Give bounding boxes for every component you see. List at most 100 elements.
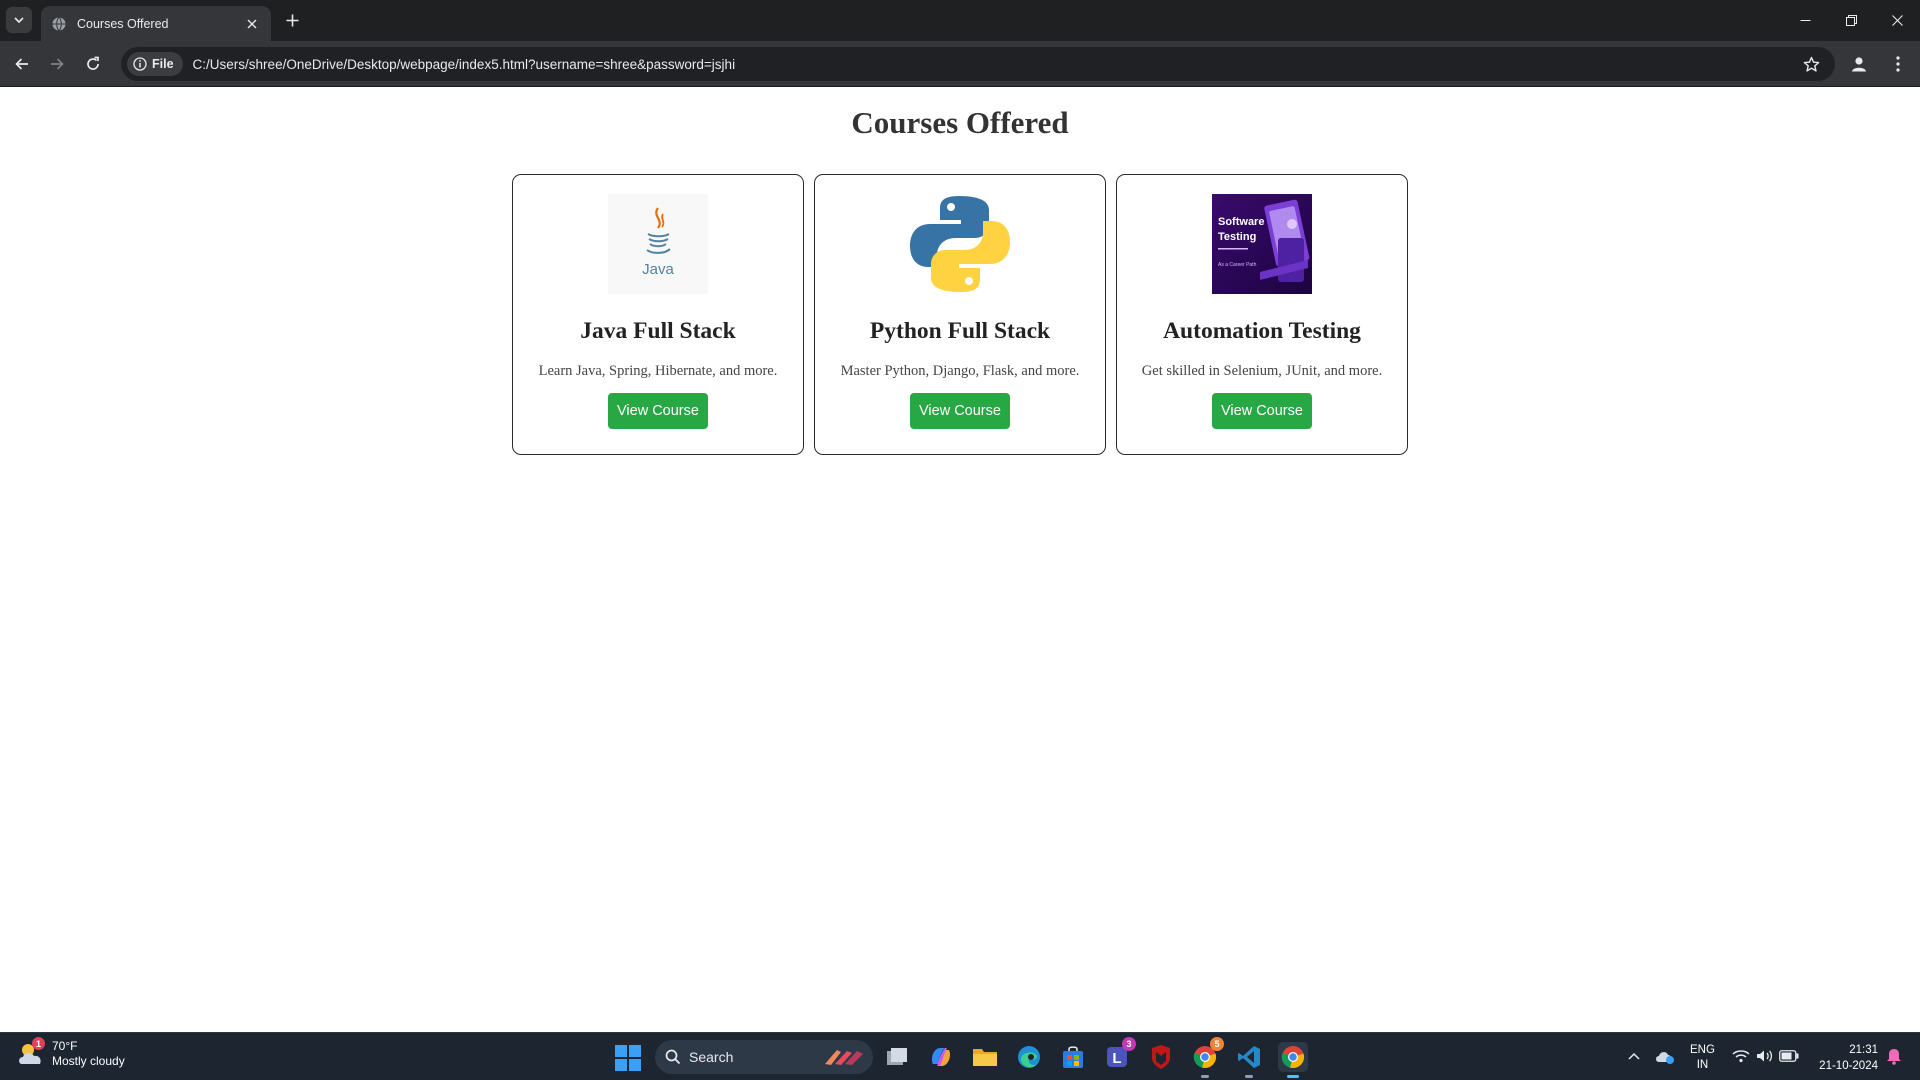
input-language-indicator[interactable]: ENG IN [1690,1043,1715,1073]
menu-button[interactable] [1884,50,1912,78]
clock-time: 21:31 [1849,1044,1878,1056]
minimize-button[interactable] [1790,8,1820,32]
search-icon [665,1049,681,1065]
software-testing-banner: Software Testing As a Career Path [1212,194,1312,294]
site-info-chip[interactable]: File [127,52,183,76]
clock-date: 21-10-2024 [1819,1060,1878,1072]
new-tab-button[interactable] [281,9,303,31]
close-tab-icon[interactable] [243,15,261,33]
weather-description: Mostly cloudy [52,1054,125,1068]
kebab-menu-icon [1896,56,1900,72]
software-testing-image: Software Testing As a Career Path [1212,194,1312,294]
edge-icon [1018,1046,1040,1068]
course-description: Get skilled in Selenium, JUnit, and more… [1141,363,1383,379]
edge-app[interactable] [1014,1042,1044,1072]
arrow-left-icon [15,58,28,70]
microsoft-store-app[interactable] [1058,1042,1088,1072]
java-logo-text: Java [642,261,674,278]
chrome-app-2[interactable]: 5 [1190,1037,1224,1078]
close-window-button[interactable] [1882,8,1912,32]
chrome-icon [1281,1046,1305,1069]
active-tab[interactable]: Courses Offered [41,6,271,41]
search-highlight-icon [825,1050,863,1065]
star-icon [1803,56,1819,72]
bell-icon [1887,1049,1901,1065]
copilot-app[interactable] [926,1042,956,1072]
globe-icon [52,16,66,31]
notification-center-button[interactable] [1882,1043,1906,1069]
course-card-list: Java Java Full Stack Learn Java, Spring,… [512,174,1408,455]
taskbar: 1 70°F Mostly cloudy Search L 3 5 ENG IN… [0,1032,1920,1080]
show-hidden-icons-button[interactable] [1622,1043,1646,1069]
windows-logo-icon [615,1045,641,1071]
chevron-up-icon [1628,1052,1640,1060]
profile-icon [1852,57,1866,72]
cloud-sync-icon [1656,1052,1674,1064]
info-icon [133,57,147,71]
profile-button[interactable] [1845,50,1873,78]
taskbar-clock[interactable]: 21:31 21-10-2024 [1800,1042,1878,1074]
forward-button[interactable] [43,50,71,78]
speaker-icon [1757,1050,1773,1062]
course-card-automation: Software Testing As a Career Path Automa… [1116,174,1408,455]
svg-text:L: L [1112,1050,1121,1067]
battery-icon [1779,1050,1799,1062]
onedrive-tray[interactable] [1653,1043,1677,1069]
wifi-tray[interactable] [1729,1043,1753,1069]
chrome-notification-badge: 5 [1210,1037,1224,1051]
java-logo: Java [608,194,708,294]
restore-icon [1845,14,1857,26]
course-title: Python Full Stack [869,318,1051,344]
banner-line-software: Software [1218,216,1264,228]
view-course-button[interactable]: View Course [1212,393,1312,429]
task-view-button[interactable] [882,1042,912,1072]
reload-button[interactable] [79,50,107,78]
view-course-button[interactable]: View Course [608,393,708,429]
restore-button[interactable] [1836,8,1866,32]
python-logo [910,194,1010,294]
banner-line-testing: Testing [1218,231,1256,243]
plus-icon [286,14,298,26]
banner-line-career: As a Career Path [1218,262,1257,268]
running-indicator [1201,1075,1209,1078]
vscode-app[interactable] [1234,1042,1264,1078]
bookmark-button[interactable] [1797,50,1825,78]
wifi-icon [1732,1050,1750,1063]
tab-search-button[interactable] [6,7,32,33]
course-card-java: Java Java Full Stack Learn Java, Spring,… [512,174,804,455]
security-chip-label: File [152,57,174,71]
page-viewport: Courses Offered Java Java Full Stack Lea… [0,87,1920,1032]
page-title: Courses Offered [851,105,1069,140]
folder-icon [973,1049,997,1066]
reload-icon [87,56,99,70]
course-title: Automation Testing [1163,318,1361,344]
running-indicator [1245,1075,1253,1078]
language-code: ENG [1690,1044,1715,1056]
file-explorer-app[interactable] [970,1042,1000,1072]
java-logo-image: Java [608,194,708,294]
battery-tray[interactable] [1777,1043,1801,1069]
search-label: Search [689,1049,734,1065]
teams-app[interactable]: L 3 [1102,1037,1136,1072]
start-button[interactable] [615,1045,641,1071]
view-course-button[interactable]: View Course [910,393,1010,429]
teams-notification-badge: 3 [1122,1037,1136,1051]
copilot-icon [931,1048,951,1066]
task-view-icon [887,1048,907,1065]
mcafee-app[interactable] [1146,1042,1176,1072]
address-bar[interactable]: File C:/Users/shree/OneDrive/Desktop/web… [121,47,1835,81]
browser-tab-strip: Courses Offered [0,0,1920,41]
weather-widget[interactable]: 1 70°F Mostly cloudy [16,1037,125,1069]
back-button[interactable] [8,50,36,78]
tab-title: Courses Offered [77,16,169,31]
course-title: Java Full Stack [580,318,736,344]
vscode-icon [1238,1046,1260,1068]
taskbar-search-box[interactable]: Search [655,1040,873,1074]
python-logo-image [910,194,1010,294]
weather-alert-badge: 1 [32,1037,45,1050]
active-window-indicator [1287,1075,1299,1078]
chrome-app-active[interactable] [1278,1042,1308,1078]
close-icon [1891,14,1903,26]
url-text[interactable]: C:/Users/shree/OneDrive/Desktop/webpage/… [193,57,1797,72]
volume-tray[interactable] [1753,1043,1777,1069]
